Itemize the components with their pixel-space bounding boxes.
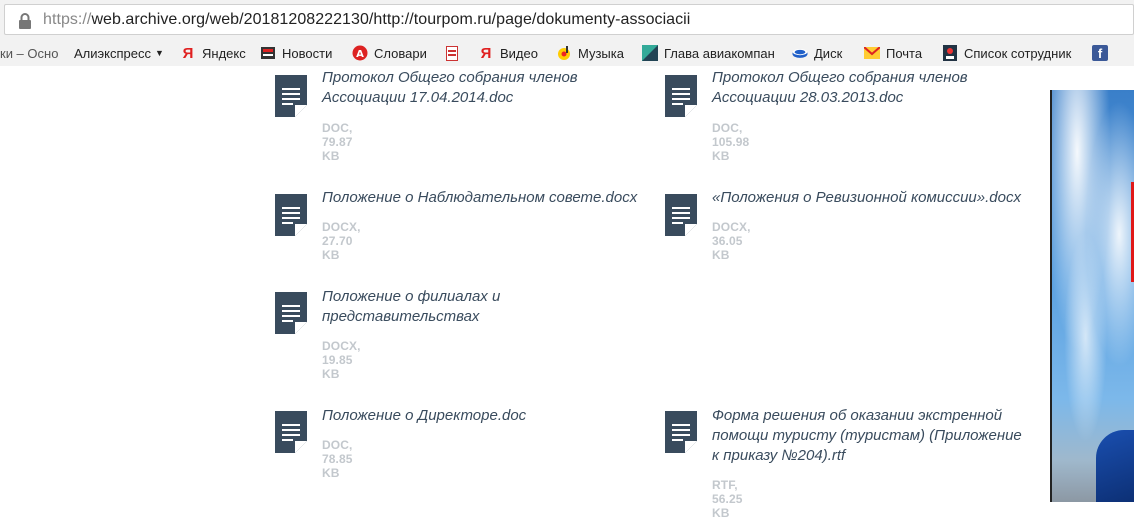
url-scheme: https://: [43, 11, 92, 28]
bookmark-spisok-sotrudnikov[interactable]: Список сотрудник: [942, 44, 1071, 62]
staff-list-icon: [942, 45, 958, 61]
bookmark-label: Словари: [374, 45, 427, 61]
bookmark-video[interactable]: Я Видео: [478, 44, 538, 62]
dictionary-icon: A: [352, 45, 368, 61]
bookmark-pdf[interactable]: [444, 44, 466, 62]
sidebar-banner-image[interactable]: [1050, 90, 1134, 502]
bookmark-glava-aviakompanii[interactable]: Глава авиакомпан: [642, 44, 775, 62]
bookmark-label: Почта: [886, 45, 923, 61]
lock-icon[interactable]: [18, 13, 32, 29]
bookmark-muzyka[interactable]: Музыка: [556, 44, 624, 62]
bookmark-label: Новости: [282, 45, 333, 61]
document-icon[interactable]: [665, 75, 697, 117]
bookmark-novosti[interactable]: Новости: [260, 44, 332, 62]
bookmark-label: Список сотрудник: [964, 45, 1072, 61]
document-meta: DOCX, 27.70 KB: [322, 220, 361, 262]
facebook-icon: f: [1092, 45, 1108, 61]
disk-icon: [792, 45, 808, 61]
document-meta: DOC, 105.98 KB: [712, 121, 750, 163]
document-icon[interactable]: [665, 194, 697, 236]
document-meta: DOCX, 19.85 KB: [322, 339, 361, 381]
news-icon: [260, 45, 276, 61]
bookmark-label: Алиэкспресс: [74, 45, 151, 61]
bookmark-label: ки – Осно: [0, 45, 59, 61]
yandex-icon: Я: [182, 44, 194, 62]
document-title-link[interactable]: Положение о Наблюдательном совете.docx: [322, 188, 642, 208]
url-field[interactable]: https://web.archive.org/web/201812082221…: [4, 4, 1134, 35]
svg-text:A: A: [356, 49, 364, 60]
document-meta: RTF, 56.25 KB: [712, 478, 743, 520]
bookmark-label: Видео: [500, 45, 538, 61]
bookmark-yandex[interactable]: Я Яндекс: [180, 44, 246, 62]
bookmark-slovari[interactable]: A Словари: [352, 44, 427, 62]
url-text[interactable]: https://web.archive.org/web/201812082221…: [43, 11, 690, 29]
bookmark-label: Яндекс: [202, 45, 246, 61]
document-icon[interactable]: [275, 75, 307, 117]
document-icon[interactable]: [275, 411, 307, 453]
banner-car-graphic: [1096, 430, 1134, 502]
document-title-link[interactable]: Протокол Общего собрания членов Ассоциац…: [322, 68, 622, 108]
document-icon[interactable]: [665, 411, 697, 453]
document-title-link[interactable]: Положение о Директоре.doc: [322, 406, 622, 426]
url-path: web.archive.org/web/20181208222130/http:…: [91, 11, 691, 28]
yandex-video-icon: Я: [480, 44, 492, 62]
pdf-icon: [444, 45, 460, 61]
bookmark-disk[interactable]: Диск: [792, 44, 842, 62]
bookmark-label: Глава авиакомпан: [664, 45, 775, 61]
bookmark-facebook[interactable]: f: [1092, 44, 1114, 62]
bookmark-label: Диск: [814, 45, 843, 61]
document-meta: DOC, 79.87 KB: [322, 121, 353, 163]
mail-icon: [864, 45, 880, 61]
document-icon[interactable]: [275, 292, 307, 334]
bookmark-osnovnye[interactable]: ки – Осно: [0, 44, 58, 62]
bookmark-aliexpress[interactable]: Алиэкспресс ▼: [74, 44, 164, 62]
document-meta: DOCX, 36.05 KB: [712, 220, 751, 262]
document-title-link[interactable]: Положение о филиалах и представительства…: [322, 287, 522, 327]
bookmark-label: Музыка: [578, 45, 624, 61]
aviation-icon: [642, 45, 658, 61]
document-title-link[interactable]: «Положения о Ревизионной комиссии».docx: [712, 188, 1042, 208]
dropdown-arrow-icon: ▼: [154, 48, 164, 58]
document-title-link[interactable]: Форма решения об оказании экстренной пом…: [712, 406, 1032, 466]
document-meta: DOC, 78.85 KB: [322, 438, 353, 480]
bookmark-pochta[interactable]: Почта: [864, 44, 922, 62]
document-icon[interactable]: [275, 194, 307, 236]
address-bar: https://web.archive.org/web/201812082221…: [0, 0, 1134, 40]
music-icon: [556, 45, 572, 61]
bookmarks-bar: ки – Осно Алиэкспресс ▼ Я Яндекс Новости…: [0, 40, 1134, 66]
document-title-link[interactable]: Протокол Общего собрания членов Ассоциац…: [712, 68, 1012, 108]
